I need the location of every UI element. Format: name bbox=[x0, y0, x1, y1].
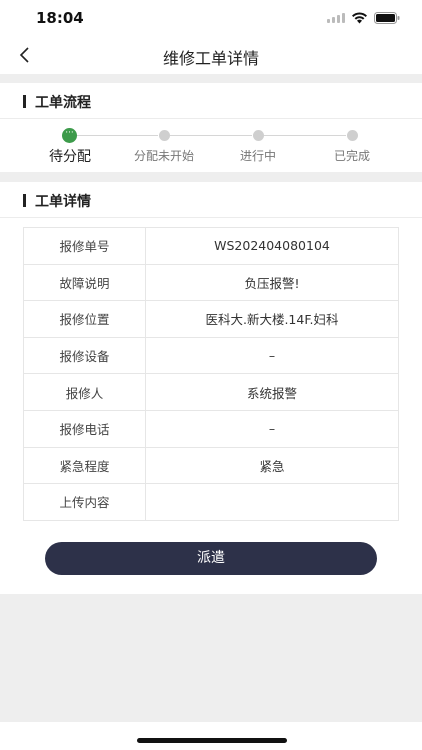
row-value: 负压报警! bbox=[145, 263, 399, 302]
section-marker bbox=[23, 194, 26, 207]
row-value: – bbox=[145, 409, 399, 448]
row-key: 故障说明 bbox=[23, 263, 146, 302]
row-key: 报修人 bbox=[23, 373, 146, 411]
row-key: 报修位置 bbox=[23, 300, 146, 338]
step-label-assigned-not-started: 分配未开始 bbox=[133, 149, 194, 163]
divider-band bbox=[0, 74, 422, 83]
table-row: 上传内容 bbox=[23, 483, 399, 521]
row-key: 上传内容 bbox=[23, 483, 146, 521]
status-icons bbox=[327, 12, 400, 24]
table-row: 报修人 系统报警 bbox=[23, 373, 399, 411]
row-key: 报修设备 bbox=[23, 336, 146, 375]
workflow-section-header: 工单流程 bbox=[0, 83, 422, 119]
step-dot-completed bbox=[347, 130, 358, 141]
step-connector bbox=[264, 135, 346, 136]
page-title: 维修工单详情 bbox=[162, 49, 259, 68]
status-bar: 18:04 bbox=[0, 0, 422, 36]
status-time: 18:04 bbox=[36, 9, 84, 27]
step-label-completed: 已完成 bbox=[333, 149, 370, 163]
step-dot-pending-assign: ··· bbox=[62, 128, 77, 143]
step-connector bbox=[76, 135, 158, 136]
step-connector bbox=[170, 135, 252, 136]
row-value: WS202404080104 bbox=[145, 227, 399, 265]
wifi-icon bbox=[351, 12, 368, 24]
table-row: 报修设备 – bbox=[23, 336, 399, 375]
table-row: 报修单号 WS202404080104 bbox=[23, 227, 399, 265]
row-value bbox=[145, 483, 399, 521]
step-label-pending-assign: 待分配 bbox=[49, 149, 91, 165]
bottom-blank-area bbox=[0, 594, 422, 722]
row-value: 系统报警 bbox=[145, 373, 399, 411]
divider-band bbox=[0, 172, 422, 182]
row-value: 紧急 bbox=[145, 446, 399, 485]
details-section-title: 工单详情 bbox=[35, 194, 91, 210]
table-row: 报修电话 – bbox=[23, 409, 399, 448]
section-marker bbox=[23, 95, 26, 108]
signal-icon bbox=[327, 13, 345, 23]
step-dot-in-progress bbox=[253, 130, 264, 141]
table-row: 故障说明 负压报警! bbox=[23, 263, 399, 302]
details-table: 报修单号 WS202404080104 故障说明 负压报警! 报修位置 医科大.… bbox=[23, 227, 399, 521]
home-indicator[interactable] bbox=[137, 738, 287, 743]
table-row: 紧急程度 紧急 bbox=[23, 446, 399, 485]
table-row: 报修位置 医科大.新大楼.14F.妇科 bbox=[23, 300, 399, 338]
dispatch-button[interactable]: 派遣 bbox=[45, 542, 377, 575]
details-section-header: 工单详情 bbox=[0, 182, 422, 218]
nav-bar: 维修工单详情 bbox=[0, 36, 422, 74]
row-key: 报修单号 bbox=[23, 227, 146, 265]
row-value: 医科大.新大楼.14F.妇科 bbox=[145, 300, 399, 338]
row-value: – bbox=[145, 336, 399, 375]
workflow-section-title: 工单流程 bbox=[35, 95, 91, 111]
step-label-in-progress: 进行中 bbox=[239, 149, 276, 163]
row-key: 报修电话 bbox=[23, 409, 146, 448]
row-key: 紧急程度 bbox=[23, 446, 146, 485]
battery-icon bbox=[374, 12, 400, 24]
step-dot-assigned-not-started bbox=[159, 130, 170, 141]
